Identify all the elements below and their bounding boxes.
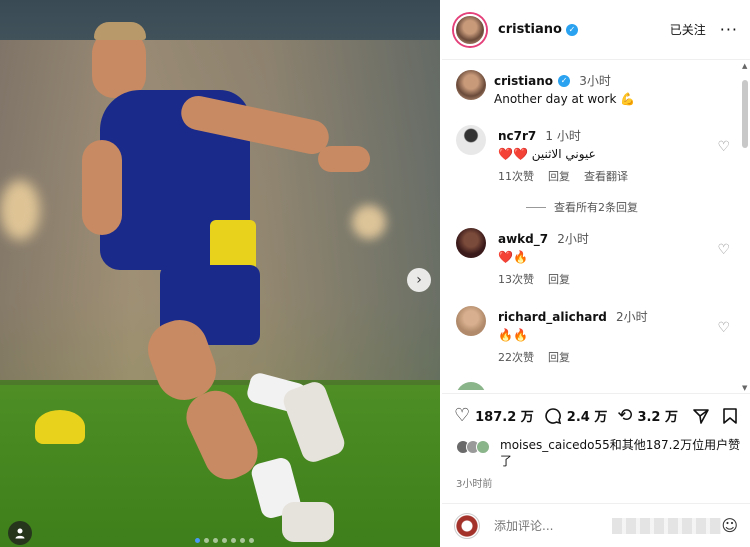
post-side-panel: cristiano ✓ 已关注 ··· cristiano ✓ 3小时 Anot… (442, 0, 750, 547)
caption-username[interactable]: cristiano (494, 74, 553, 88)
comment-username[interactable]: richard_alichard (498, 310, 607, 324)
post-photo[interactable]: › (0, 0, 440, 547)
heart-icon[interactable]: ♡ (717, 242, 730, 258)
liked-by-avatars (456, 440, 490, 469)
carousel-dot (231, 538, 236, 543)
author-username[interactable]: cristiano (498, 22, 562, 37)
post-header: cristiano ✓ 已关注 ··· (442, 0, 750, 60)
comment-text: ❤️🔥 (498, 250, 528, 264)
carousel-dot (213, 538, 218, 543)
carousel-dot (222, 538, 227, 543)
bookmark-icon[interactable] (722, 407, 738, 425)
scrollbar-thumb[interactable] (742, 80, 748, 148)
translate-button[interactable]: 查看翻译 (584, 168, 628, 184)
liker-avatar[interactable] (476, 440, 490, 454)
following-button[interactable]: 已关注 (670, 21, 706, 38)
comment-username[interactable]: awkd_7 (498, 232, 548, 246)
comment-composer: ☺ (442, 503, 750, 547)
carousel-dot (204, 538, 209, 543)
comment-avatar[interactable] (456, 382, 486, 390)
emoji-icon[interactable]: ☺ (721, 516, 738, 535)
comment-likes[interactable]: 11次赞 (498, 168, 534, 184)
scroll-down-icon[interactable]: ▼ (742, 384, 747, 392)
view-replies-button[interactable]: 查看所有2条回复 (526, 199, 638, 215)
reply-button[interactable]: 回复 (548, 271, 570, 287)
view-replies-label[interactable]: 查看所有2条回复 (554, 199, 638, 215)
carousel-indicator (195, 538, 254, 543)
comment-input[interactable] (494, 518, 604, 533)
comment-likes[interactable]: 22次赞 (498, 349, 534, 365)
comment-action[interactable]: 2.4 万 (544, 406, 608, 425)
author-avatar[interactable] (454, 13, 486, 46)
heart-icon[interactable]: ♡ (454, 405, 470, 426)
caption-avatar[interactable] (456, 70, 486, 100)
divider-line (526, 206, 546, 208)
comment-time: 1 小时 (545, 129, 581, 143)
comment-text: ❤️❤️ عيوني الاثنين (498, 147, 596, 161)
player-shoe (282, 502, 334, 542)
carousel-dot (195, 538, 200, 543)
share-action[interactable]: ⟲ 3.2 万 (617, 405, 678, 426)
comment-text: 🔥🔥 (498, 328, 528, 342)
liked-by-row: moises_caicedo55和其他187.2万位用户赞了 (456, 437, 746, 469)
carousel-dot (249, 538, 254, 543)
tagged-users-button[interactable] (8, 521, 32, 545)
like-action[interactable]: ♡ 187.2 万 (454, 405, 534, 426)
comment-time: 2小时 (557, 232, 589, 246)
user-icon (15, 528, 25, 539)
reply-button[interactable]: 回复 (548, 168, 570, 184)
comment-likes[interactable]: 13次赞 (498, 271, 534, 287)
caption-text: Another day at work 💪 (494, 92, 636, 106)
reply-button[interactable]: 回复 (548, 349, 570, 365)
next-image-button[interactable]: › (407, 268, 431, 292)
liked-by-text[interactable]: moises_caicedo55和其他187.2万位用户赞了 (500, 437, 746, 469)
scroll-up-icon[interactable]: ▲ (742, 62, 747, 70)
blurred-watermark (612, 517, 722, 534)
player-hair (94, 22, 146, 40)
chevron-right-icon: › (416, 272, 422, 288)
background-light (0, 180, 40, 240)
verified-badge-icon: ✓ (558, 74, 571, 87)
comment-count: 2.4 万 (566, 410, 608, 425)
like-count: 187.2 万 (475, 410, 534, 425)
author-name[interactable]: cristiano ✓ (498, 22, 578, 37)
player-arm-left (82, 140, 122, 235)
comments-scrollbar[interactable]: ▲ ▼ (742, 62, 748, 392)
comment-icon[interactable] (544, 407, 562, 425)
comment-avatar[interactable] (456, 306, 486, 336)
player-hand-right (318, 146, 370, 172)
heart-icon[interactable]: ♡ (717, 139, 730, 155)
comment-username[interactable]: nc7r7 (498, 129, 536, 143)
comments-list: cristiano ✓ 3小时 Another day at work 💪 nc… (442, 60, 742, 390)
share-count: 3.2 万 (637, 410, 679, 425)
current-user-avatar (454, 512, 480, 539)
send-icon[interactable] (692, 407, 710, 425)
share-icon[interactable]: ⟲ (617, 405, 632, 426)
comment-avatar[interactable] (456, 125, 486, 155)
comment-avatar[interactable] (456, 228, 486, 258)
posted-time: 3小时前 (456, 479, 493, 490)
post-actions-bar: ♡ 187.2 万 2.4 万 ⟲ 3.2 万 (442, 393, 750, 437)
training-cone (35, 410, 85, 444)
background-light (352, 205, 386, 239)
heart-icon[interactable]: ♡ (717, 320, 730, 336)
comment-time: 2小时 (615, 310, 648, 324)
more-options-icon[interactable]: ··· (720, 20, 738, 39)
caption-time: 3小时 (579, 74, 611, 88)
carousel-dot (240, 538, 245, 543)
verified-badge-icon: ✓ (565, 23, 578, 36)
